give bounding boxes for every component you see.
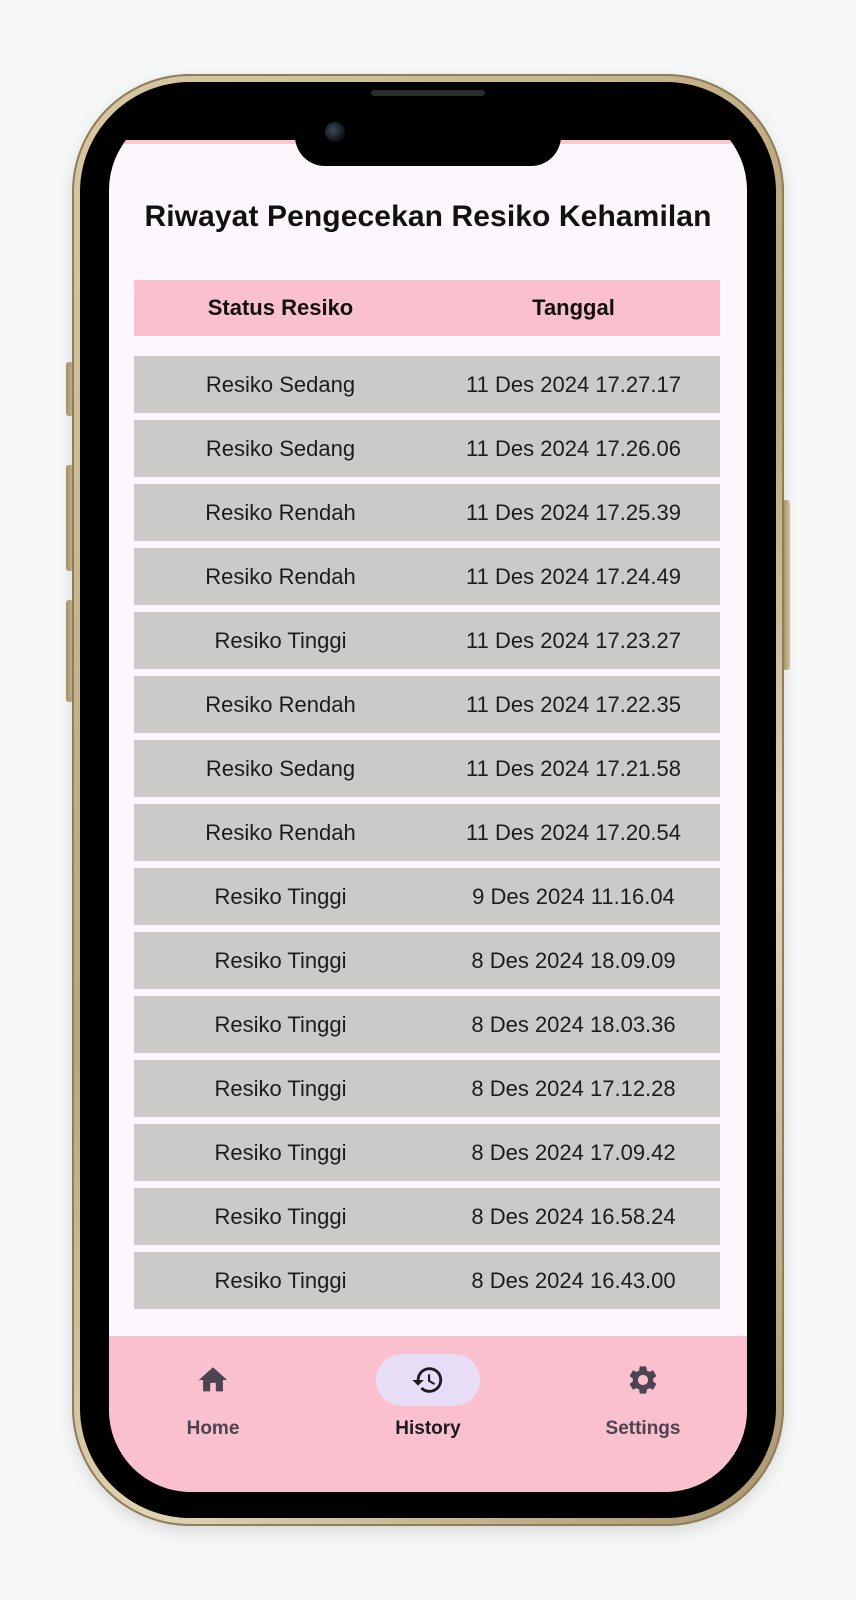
phone-screen: Riwayat Pengecekan Resiko Kehamilan Stat…	[109, 108, 747, 1492]
row-date: 11 Des 2024 17.20.54	[466, 819, 681, 845]
nav-icon-container	[161, 1354, 265, 1406]
table-row[interactable]: Resiko Sedang 11 Des 2024 17.26.06	[134, 420, 720, 477]
row-status: Resiko Tinggi	[214, 883, 347, 909]
nav-item-history[interactable]: History	[348, 1354, 508, 1464]
row-date: 8 Des 2024 16.43.00	[471, 1267, 676, 1293]
table-row[interactable]: Resiko Rendah 11 Des 2024 17.22.35	[134, 676, 720, 733]
table-row[interactable]: Resiko Rendah 11 Des 2024 17.20.54	[134, 804, 720, 861]
row-date: 11 Des 2024 17.25.39	[466, 499, 681, 525]
row-status: Resiko Rendah	[205, 499, 356, 525]
row-date: 11 Des 2024 17.26.06	[466, 435, 681, 461]
row-status: Resiko Rendah	[205, 563, 356, 589]
row-status: Resiko Tinggi	[214, 1203, 347, 1229]
bottom-navigation: Home History Settings	[109, 1336, 747, 1492]
nav-icon-container	[591, 1354, 695, 1406]
row-date: 8 Des 2024 18.03.36	[471, 1011, 676, 1037]
row-status: Resiko Rendah	[205, 691, 356, 717]
nav-label-settings: Settings	[605, 1418, 681, 1439]
row-status: Resiko Tinggi	[214, 1075, 347, 1101]
gear-icon	[629, 1366, 657, 1394]
nav-active-indicator	[376, 1354, 480, 1406]
table-row[interactable]: Resiko Tinggi 8 Des 2024 17.09.42	[134, 1124, 720, 1181]
device-stage: Riwayat Pengecekan Resiko Kehamilan Stat…	[0, 0, 856, 1600]
row-date: 8 Des 2024 17.09.42	[471, 1139, 676, 1165]
table-row[interactable]: Resiko Tinggi 8 Des 2024 18.03.36	[134, 996, 720, 1053]
table-row[interactable]: Resiko Rendah 11 Des 2024 17.24.49	[134, 548, 720, 605]
history-icon	[412, 1367, 443, 1393]
table-row[interactable]: Resiko Tinggi 11 Des 2024 17.23.27	[134, 612, 720, 669]
table-row[interactable]: Resiko Tinggi 8 Des 2024 16.43.00	[134, 1252, 720, 1309]
app-screen: Riwayat Pengecekan Resiko Kehamilan Stat…	[109, 140, 747, 1492]
row-status: Resiko Tinggi	[214, 1267, 347, 1293]
table-header: Status Resiko Tanggal	[134, 280, 720, 336]
row-date: 8 Des 2024 18.09.09	[471, 947, 676, 973]
table-row[interactable]: Resiko Tinggi 8 Des 2024 18.09.09	[134, 932, 720, 989]
page-title: Riwayat Pengecekan Resiko Kehamilan	[144, 200, 712, 233]
row-status: Resiko Tinggi	[214, 627, 347, 653]
row-status: Resiko Tinggi	[214, 1139, 347, 1165]
nav-item-settings[interactable]: Settings	[563, 1354, 723, 1464]
row-date: 11 Des 2024 17.27.17	[466, 371, 681, 397]
row-status: Resiko Rendah	[205, 819, 356, 845]
row-status: Resiko Tinggi	[214, 947, 347, 973]
earpiece-speaker	[371, 90, 485, 96]
nav-label-home: Home	[186, 1418, 240, 1439]
row-date: 8 Des 2024 17.12.28	[471, 1075, 676, 1101]
table-row[interactable]: Resiko Tinggi 8 Des 2024 17.12.28	[134, 1060, 720, 1117]
row-date: 9 Des 2024 11.16.04	[472, 883, 675, 909]
row-date: 11 Des 2024 17.23.27	[466, 627, 681, 653]
front-camera-icon	[325, 122, 345, 142]
nav-label-history: History	[395, 1418, 461, 1439]
row-status: Resiko Tinggi	[214, 1011, 347, 1037]
row-status: Resiko Sedang	[205, 435, 356, 461]
row-status: Resiko Sedang	[205, 371, 356, 397]
notch	[295, 108, 561, 166]
row-status: Resiko Sedang	[205, 755, 356, 781]
home-icon	[198, 1367, 228, 1392]
header-date: Tanggal	[532, 295, 615, 320]
row-date: 8 Des 2024 16.58.24	[471, 1203, 676, 1229]
table-row[interactable]: Resiko Rendah 11 Des 2024 17.25.39	[134, 484, 720, 541]
row-date: 11 Des 2024 17.24.49	[466, 563, 681, 589]
nav-item-home[interactable]: Home	[133, 1354, 293, 1464]
row-date: 11 Des 2024 17.21.58	[466, 755, 681, 781]
table-row[interactable]: Resiko Tinggi 8 Des 2024 16.58.24	[134, 1188, 720, 1245]
table-row[interactable]: Resiko Sedang 11 Des 2024 17.27.17	[134, 356, 720, 413]
header-status: Status Resiko	[207, 295, 354, 320]
history-list[interactable]: Resiko Sedang 11 Des 2024 17.27.17 Resik…	[134, 356, 720, 1312]
row-date: 11 Des 2024 17.22.35	[466, 691, 681, 717]
table-row[interactable]: Resiko Tinggi 9 Des 2024 11.16.04	[134, 868, 720, 925]
table-row[interactable]: Resiko Sedang 11 Des 2024 17.21.58	[134, 740, 720, 797]
